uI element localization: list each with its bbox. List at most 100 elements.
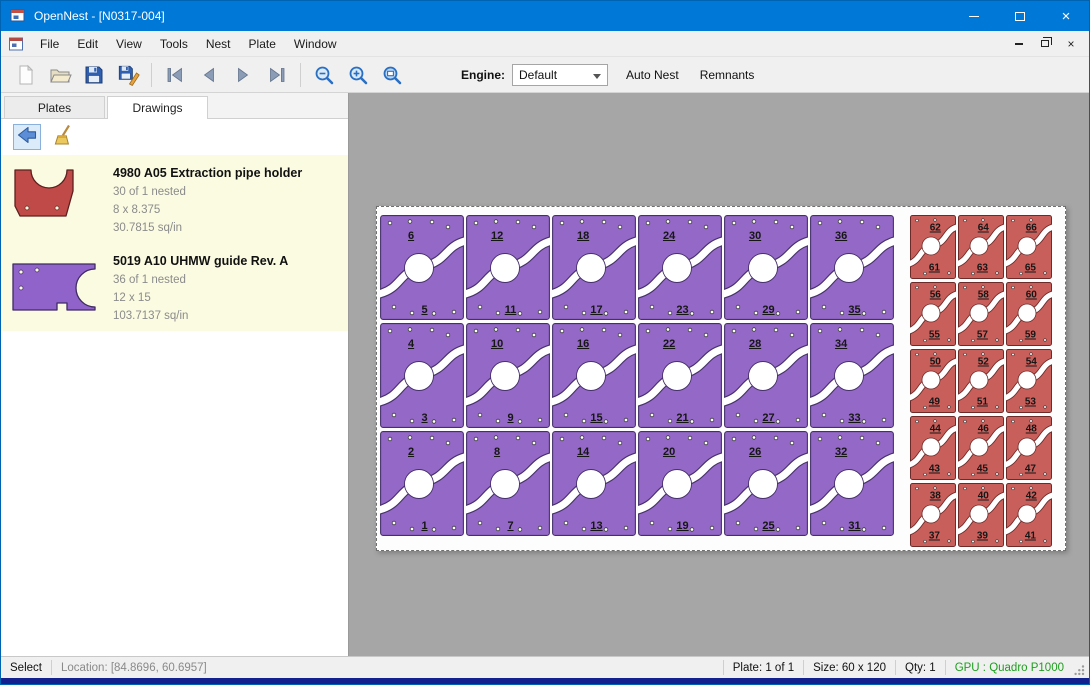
tab-plates[interactable]: Plates — [4, 96, 105, 118]
nest-part-pair[interactable]: 4039 — [958, 483, 1004, 547]
nest-part-pair[interactable]: 6665 — [1006, 215, 1052, 279]
zoom-out-button[interactable] — [307, 60, 341, 90]
part-number: 16 — [577, 338, 589, 350]
nest-part-pair[interactable]: 3635 — [810, 215, 894, 320]
part-area: 103.7137 sq/in — [113, 307, 288, 325]
part-number: 55 — [929, 330, 940, 341]
save-as-button[interactable] — [111, 60, 145, 90]
part-number: 40 — [978, 491, 989, 502]
app-window: OpenNest - [N0317-004] × FileEditViewToo… — [0, 0, 1090, 685]
nest-part-pair[interactable]: 1615 — [552, 323, 636, 428]
zoom-in-icon — [346, 63, 370, 87]
menu-item-plate[interactable]: Plate — [240, 32, 285, 56]
status-plate: Plate: 1 of 1 — [724, 662, 803, 674]
mdi-close-button[interactable]: × — [1063, 36, 1079, 52]
status-mode: Select — [1, 662, 51, 674]
mdi-restore-button[interactable] — [1037, 36, 1053, 52]
part-number: 34 — [835, 338, 847, 350]
resize-grip[interactable] — [1073, 660, 1087, 676]
part-number: 33 — [848, 412, 860, 424]
nest-part-pair[interactable]: 5453 — [1006, 349, 1052, 413]
part-number: 17 — [590, 304, 602, 316]
status-location: Location: [84.8696, 60.6957] — [52, 662, 216, 674]
nest-part-pair[interactable]: 3029 — [724, 215, 808, 320]
nest-part-pair[interactable]: 87 — [466, 431, 550, 536]
part-nested-count: 36 of 1 nested — [113, 271, 288, 289]
nest-part-pair[interactable]: 5857 — [958, 282, 1004, 346]
save-button[interactable] — [77, 60, 111, 90]
nest-part-pair[interactable]: 65 — [380, 215, 464, 320]
part-title: 5019 A10 UHMW guide Rev. A — [113, 254, 288, 268]
nest-part-pair[interactable]: 4645 — [958, 416, 1004, 480]
menu-item-file[interactable]: File — [31, 32, 68, 56]
menu-item-nest[interactable]: Nest — [197, 32, 240, 56]
nest-part-pair[interactable]: 1413 — [552, 431, 636, 536]
remnants-button[interactable]: Remnants — [697, 64, 758, 86]
nest-part-pair[interactable]: 43 — [380, 323, 464, 428]
part-list-item[interactable]: 5019 A10 UHMW guide Rev. A 36 of 1 nested… — [1, 243, 348, 331]
auto-nest-button[interactable]: Auto Nest — [623, 64, 682, 86]
nest-part-pair[interactable]: 2019 — [638, 431, 722, 536]
new-button[interactable] — [9, 60, 43, 90]
sidebar-toolbar — [1, 119, 348, 155]
close-icon: × — [1067, 37, 1074, 51]
tab-drawings[interactable]: Drawings — [107, 96, 208, 119]
nest-part-pair[interactable]: 4847 — [1006, 416, 1052, 480]
nest-part-pair[interactable]: 5251 — [958, 349, 1004, 413]
nest-part-pair[interactable]: 5049 — [910, 349, 956, 413]
nest-part-pair[interactable]: 21 — [380, 431, 464, 536]
nest-part-pair[interactable]: 3231 — [810, 431, 894, 536]
nest-canvas[interactable]: 6512111817242330293635431091615222128273… — [349, 93, 1089, 656]
nest-part-pair[interactable]: 2827 — [724, 323, 808, 428]
nest-part-pair[interactable]: 4241 — [1006, 483, 1052, 547]
clean-button[interactable] — [50, 124, 78, 150]
previous-icon — [197, 63, 221, 87]
nest-part-pair[interactable]: 109 — [466, 323, 550, 428]
close-button[interactable]: × — [1043, 1, 1089, 31]
plate-sheet[interactable]: 6512111817242330293635431091615222128273… — [376, 206, 1066, 551]
menu-item-window[interactable]: Window — [285, 32, 346, 56]
nest-part-pair[interactable]: 6463 — [958, 215, 1004, 279]
next-button[interactable] — [226, 60, 260, 90]
part-number: 37 — [929, 531, 940, 542]
nest-part-pair[interactable]: 1817 — [552, 215, 636, 320]
send-to-nest-button[interactable] — [13, 124, 41, 150]
previous-button[interactable] — [192, 60, 226, 90]
nest-part-pair[interactable]: 6261 — [910, 215, 956, 279]
open-button[interactable] — [43, 60, 77, 90]
first-button[interactable] — [158, 60, 192, 90]
nest-part-pair[interactable]: 2423 — [638, 215, 722, 320]
nest-part-pair[interactable]: 3837 — [910, 483, 956, 547]
window-bottom-border — [1, 678, 1089, 684]
part-number: 59 — [1025, 330, 1036, 341]
maximize-button[interactable] — [997, 1, 1043, 31]
nest-part-pair[interactable]: 2221 — [638, 323, 722, 428]
document-icon — [9, 37, 25, 51]
last-button[interactable] — [260, 60, 294, 90]
menu-item-view[interactable]: View — [107, 32, 151, 56]
zoom-fit-button[interactable] — [375, 60, 409, 90]
nest-part-pair[interactable]: 34 33 — [810, 323, 894, 428]
part-shape-preview — [7, 160, 103, 238]
nest-part-pair[interactable]: 5655 — [910, 282, 956, 346]
part-number: 30 — [749, 230, 761, 242]
save-as-icon — [116, 63, 140, 87]
nest-part-pair[interactable]: 2625 — [724, 431, 808, 536]
part-list-item[interactable]: 4980 A05 Extraction pipe holder30 of 1 n… — [1, 155, 348, 243]
nest-part-pair[interactable]: 6059 — [1006, 282, 1052, 346]
zoom-fit-icon — [380, 63, 404, 87]
minimize-button[interactable] — [951, 1, 997, 31]
part-number: 46 — [978, 424, 989, 435]
nest-part-pair[interactable]: 4443 — [910, 416, 956, 480]
part-shape-preview — [7, 248, 103, 326]
menu-item-tools[interactable]: Tools — [151, 32, 197, 56]
zoom-in-button[interactable] — [341, 60, 375, 90]
minimize-icon — [969, 16, 979, 17]
engine-select[interactable]: Default — [512, 64, 608, 86]
mdi-minimize-button[interactable] — [1011, 36, 1027, 52]
nest-part-pair[interactable]: 1211 — [466, 215, 550, 320]
part-area: 30.7815 sq/in — [113, 219, 302, 237]
menu-item-edit[interactable]: Edit — [68, 32, 107, 56]
sidebar-tabs: PlatesDrawings — [1, 93, 348, 119]
part-number: 27 — [762, 412, 774, 424]
